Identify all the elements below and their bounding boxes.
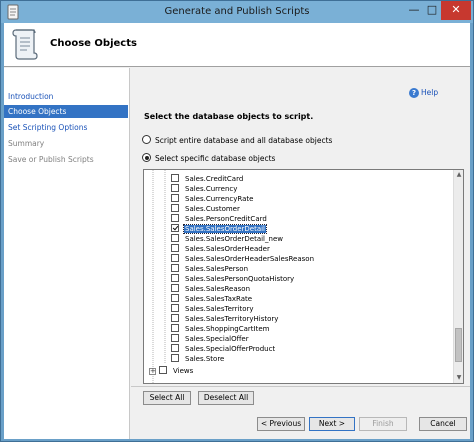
- tree-item-label: Sales.SalesOrderDetail: [182, 224, 268, 234]
- help-icon[interactable]: ?: [409, 88, 419, 98]
- radio-specific-objects-row[interactable]: Select specific database objects: [142, 153, 275, 164]
- tree-item-checkbox[interactable]: [171, 324, 179, 332]
- page-title: Choose Objects: [50, 38, 137, 49]
- tree-folder-views[interactable]: + Views: [149, 366, 194, 375]
- tree-item-label: Sales.Currency: [185, 185, 238, 193]
- radio-entire-database[interactable]: [142, 135, 151, 144]
- tree-folder-checkbox[interactable]: [159, 366, 167, 374]
- tree-item-label: Sales.SalesTaxRate: [185, 295, 253, 303]
- sidebar-item-choose-objects[interactable]: Choose Objects: [4, 105, 128, 118]
- tree-item-label: Sales.SalesPerson: [185, 265, 249, 273]
- tree-item-checkbox[interactable]: [171, 184, 179, 192]
- tree-item-checkbox[interactable]: [171, 274, 179, 282]
- tree-item-checkbox[interactable]: [171, 304, 179, 312]
- tree-item[interactable]: Sales.SpecialOffer: [171, 334, 250, 343]
- expand-icon[interactable]: +: [149, 368, 156, 375]
- tree-item[interactable]: Sales.CurrencyRate: [171, 194, 254, 203]
- instruction-text: Select the database objects to script.: [144, 112, 314, 121]
- cancel-button[interactable]: Cancel: [419, 417, 467, 431]
- tree-item-checkbox[interactable]: [171, 284, 179, 292]
- tree-item-label: Sales.CreditCard: [185, 175, 244, 183]
- tree-item-checkbox[interactable]: [171, 334, 179, 342]
- select-all-button[interactable]: Select All: [143, 391, 191, 405]
- object-tree[interactable]: Sales.CreditCard Sales.Currency Sales.Cu…: [143, 169, 464, 384]
- tree-item[interactable]: Sales.SalesOrderDetail_new: [171, 234, 284, 243]
- tree-item-checkbox[interactable]: [171, 314, 179, 322]
- tree-item[interactable]: Sales.SalesTerritory: [171, 304, 255, 313]
- sidebar-item-set-scripting-options[interactable]: Set Scripting Options: [4, 121, 128, 134]
- tree-item[interactable]: Sales.SalesTerritoryHistory: [171, 314, 279, 323]
- tree-item[interactable]: Sales.PersonCreditCard: [171, 214, 268, 223]
- scroll-thumb[interactable]: [455, 328, 462, 362]
- tree-item-checkbox[interactable]: [171, 354, 179, 362]
- tree-item-label: Sales.PersonCreditCard: [185, 215, 267, 223]
- tree-folder-label: Views: [173, 367, 194, 375]
- tree-item-label: Sales.CurrencyRate: [185, 195, 254, 203]
- maximize-button[interactable]: □: [423, 1, 441, 20]
- tree-item[interactable]: Sales.SalesTaxRate: [171, 294, 253, 303]
- tree-item-label: Sales.SalesOrderDetail_new: [185, 235, 283, 243]
- main-panel: ? Help Select the database objects to sc…: [131, 68, 470, 405]
- tree-item-label: Sales.SalesPersonQuotaHistory: [185, 275, 295, 283]
- page-header: Choose Objects: [4, 23, 470, 67]
- tree-item-label: Sales.SalesTerritoryHistory: [185, 315, 279, 323]
- radio-specific-objects-label: Select specific database objects: [155, 154, 276, 163]
- tree-item-label: Sales.SalesOrderHeaderSalesReason: [185, 255, 315, 263]
- minimize-button[interactable]: —: [405, 1, 423, 20]
- next-button[interactable]: Next >: [309, 417, 355, 431]
- tree-item-checkbox[interactable]: [171, 204, 179, 212]
- tree-item[interactable]: Sales.Customer: [171, 204, 241, 213]
- tree-item[interactable]: Sales.SpecialOfferProduct: [171, 344, 276, 353]
- tree-item-checkbox[interactable]: [171, 244, 179, 252]
- sidebar-item-introduction[interactable]: Introduction: [4, 90, 128, 103]
- tree-item-label: Sales.Store: [185, 355, 225, 363]
- dialog-client: Choose Objects Introduction Choose Objec…: [4, 23, 470, 439]
- tree-item[interactable]: Sales.SalesOrderHeaderSalesReason: [171, 254, 315, 263]
- sidebar-item-save-or-publish: Save or Publish Scripts: [8, 155, 94, 164]
- scroll-down-arrow-icon[interactable]: ▼: [454, 373, 463, 383]
- tree-item-label: Sales.SalesReason: [185, 285, 250, 293]
- scroll-up-arrow-icon[interactable]: ▲: [454, 170, 463, 180]
- tree-item-checkbox[interactable]: [171, 174, 179, 182]
- tree-item-checkbox[interactable]: [171, 254, 179, 262]
- help-link[interactable]: Help: [421, 88, 438, 97]
- sidebar-item-summary: Summary: [8, 139, 45, 148]
- finish-button: Finish: [359, 417, 407, 431]
- tree-item-label: Sales.SpecialOffer: [185, 335, 249, 343]
- tree-item-label: Sales.SpecialOfferProduct: [185, 345, 276, 353]
- deselect-all-button[interactable]: Deselect All: [198, 391, 254, 405]
- tree-item[interactable]: Sales.CreditCard: [171, 174, 244, 183]
- tree-item[interactable]: Sales.Store: [171, 354, 225, 363]
- script-scroll-icon: [12, 29, 38, 60]
- dialog-window: Generate and Publish Scripts — □ ✕ Choos…: [0, 0, 474, 442]
- previous-button[interactable]: < Previous: [257, 417, 305, 431]
- tree-item[interactable]: Sales.SalesPerson: [171, 264, 249, 273]
- tree-item-label: Sales.SalesOrderHeader: [185, 245, 270, 253]
- wizard-steps-sidebar: Introduction Choose Objects Set Scriptin…: [4, 68, 130, 439]
- radio-entire-database-label: Script entire database and all database …: [155, 136, 333, 145]
- tree-item-label: Sales.ShoppingCartItem: [185, 325, 270, 333]
- radio-entire-database-row[interactable]: Script entire database and all database …: [142, 135, 332, 146]
- footer-separator: [131, 386, 470, 387]
- radio-specific-objects[interactable]: [142, 153, 151, 162]
- tree-item[interactable]: Sales.SalesPersonQuotaHistory: [171, 274, 295, 283]
- tree-item-checkbox[interactable]: [171, 234, 179, 242]
- tree-item-checkbox[interactable]: [171, 344, 179, 352]
- tree-item-label: Sales.Customer: [185, 205, 240, 213]
- tree-item-checkbox[interactable]: [171, 214, 179, 222]
- tree-item-checkbox[interactable]: [171, 194, 179, 202]
- tree-item[interactable]: Sales.ShoppingCartItem: [171, 324, 270, 333]
- tree-item[interactable]: Sales.Currency: [171, 184, 238, 193]
- tree-item[interactable]: Sales.SalesOrderHeader: [171, 244, 271, 253]
- tree-item-selected[interactable]: Sales.SalesOrderDetail: [171, 224, 268, 234]
- tree-item-checkbox[interactable]: [171, 264, 179, 272]
- tree-scrollbar[interactable]: ▲ ▼: [453, 170, 463, 383]
- close-button[interactable]: ✕: [441, 1, 471, 20]
- title-bar[interactable]: Generate and Publish Scripts — □ ✕: [1, 1, 473, 23]
- tree-item-checkbox[interactable]: [171, 294, 179, 302]
- tree-item[interactable]: Sales.SalesReason: [171, 284, 251, 293]
- tree-item-checkbox[interactable]: [171, 224, 179, 232]
- tree-item-label: Sales.SalesTerritory: [185, 305, 254, 313]
- window-title: Generate and Publish Scripts: [164, 6, 310, 17]
